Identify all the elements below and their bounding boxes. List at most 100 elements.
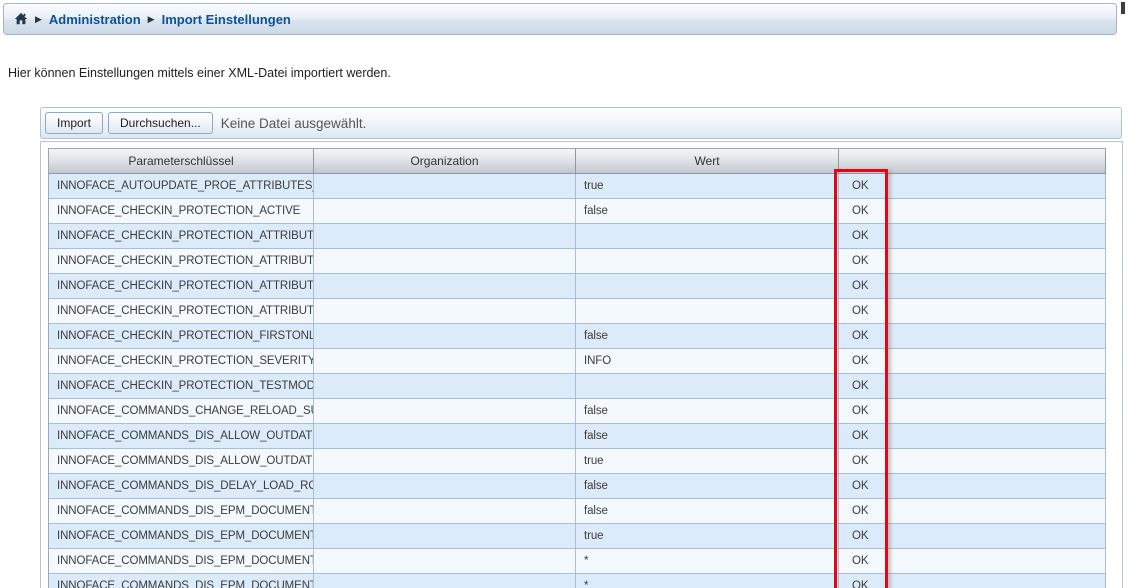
param-key-cell: INNOFACE_COMMANDS_DIS_ALLOW_OUTDATE [49, 449, 314, 474]
column-header-wert: Wert [576, 149, 839, 174]
import-toolbar: Import Durchsuchen... Keine Datei ausgew… [40, 107, 1122, 139]
wert-cell: false [576, 499, 839, 524]
wert-cell: * [576, 549, 839, 574]
param-key-cell: INNOFACE_CHECKIN_PROTECTION_ATTRIBUTES [49, 274, 314, 299]
status-cell: OK [839, 549, 1106, 574]
breadcrumb: ▶ Administration ▶ Import Einstellungen [3, 3, 1117, 35]
param-key-cell: INNOFACE_COMMANDS_DIS_EPM_DOCUMENT [49, 549, 314, 574]
column-header-parameterschluessel: Parameterschlüssel [49, 149, 314, 174]
status-cell: OK [839, 224, 1106, 249]
organization-cell [314, 324, 576, 349]
wert-cell: INFO [576, 349, 839, 374]
organization-cell [314, 299, 576, 324]
table-row: INNOFACE_CHECKIN_PROTECTION_SEVERITY INFO… [49, 349, 1106, 374]
status-cell: OK [839, 499, 1106, 524]
status-cell: OK [839, 449, 1106, 474]
status-cell: OK [839, 174, 1106, 199]
organization-cell [314, 424, 576, 449]
organization-cell [314, 274, 576, 299]
home-icon[interactable] [14, 12, 28, 26]
status-cell: OK [839, 349, 1106, 374]
table-row: INNOFACE_CHECKIN_PROTECTION_ATTRIBUTES OK [49, 249, 1106, 274]
table-row: INNOFACE_COMMANDS_DIS_ALLOW_OUTDATE false… [49, 424, 1106, 449]
organization-cell [314, 249, 576, 274]
wert-cell [576, 249, 839, 274]
status-cell: OK [839, 299, 1106, 324]
table-header-row: Parameterschlüssel Organization Wert [49, 149, 1106, 174]
param-key-cell: INNOFACE_CHECKIN_PROTECTION_ATTRIBUTES [49, 224, 314, 249]
param-key-cell: INNOFACE_AUTOUPDATE_PROE_ATTRIBUTES_FR [49, 174, 314, 199]
table-row: INNOFACE_COMMANDS_DIS_EPM_DOCUMENTtrueOK [49, 524, 1106, 549]
organization-cell [314, 399, 576, 424]
status-cell: OK [839, 524, 1106, 549]
screen-edge-artifact [1121, 2, 1125, 14]
table-row: INNOFACE_COMMANDS_CHANGE_RELOAD_SU falseO… [49, 399, 1106, 424]
param-key-cell: INNOFACE_COMMANDS_DIS_EPM_DOCUMENT [49, 574, 314, 588]
status-cell: OK [839, 249, 1106, 274]
param-key-cell: INNOFACE_CHECKIN_PROTECTION_SEVERITY [49, 349, 314, 374]
param-key-cell: INNOFACE_COMMANDS_CHANGE_RELOAD_SU [49, 399, 314, 424]
organization-cell [314, 449, 576, 474]
param-key-cell: INNOFACE_CHECKIN_PROTECTION_TESTMODE [49, 374, 314, 399]
wert-cell: false [576, 324, 839, 349]
organization-cell [314, 524, 576, 549]
wert-cell: true [576, 174, 839, 199]
import-button[interactable]: Import [45, 112, 103, 134]
table-row: INNOFACE_CHECKIN_PROTECTION_ATTRIBUTES OK [49, 299, 1106, 324]
wert-cell: false [576, 399, 839, 424]
organization-cell [314, 349, 576, 374]
chevron-right-icon: ▶ [148, 15, 155, 24]
breadcrumb-item-import-einstellungen[interactable]: Import Einstellungen [162, 12, 291, 27]
organization-cell [314, 374, 576, 399]
organization-cell [314, 224, 576, 249]
wert-cell [576, 274, 839, 299]
wert-cell [576, 224, 839, 249]
table-row: INNOFACE_CHECKIN_PROTECTION_ACTIVE falseO… [49, 199, 1106, 224]
param-key-cell: INNOFACE_CHECKIN_PROTECTION_ATTRIBUTES [49, 299, 314, 324]
status-cell: OK [839, 424, 1106, 449]
table-row: INNOFACE_COMMANDS_DIS_EPM_DOCUMENT falseO… [49, 499, 1106, 524]
table-row: INNOFACE_AUTOUPDATE_PROE_ATTRIBUTES_FR tr… [49, 174, 1106, 199]
param-key-cell: INNOFACE_CHECKIN_PROTECTION_ATTRIBUTES [49, 249, 314, 274]
breadcrumb-item-administration[interactable]: Administration [49, 12, 141, 27]
wert-cell: false [576, 199, 839, 224]
organization-cell [314, 499, 576, 524]
organization-cell [314, 549, 576, 574]
organization-cell [314, 174, 576, 199]
settings-table-panel: Parameterschlüssel Organization Wert INN… [40, 141, 1123, 588]
wert-cell: true [576, 449, 839, 474]
param-key-cell: INNOFACE_COMMANDS_DIS_ALLOW_OUTDATE [49, 424, 314, 449]
organization-cell [314, 574, 576, 588]
status-cell: OK [839, 199, 1106, 224]
table-row: INNOFACE_CHECKIN_PROTECTION_TESTMODE OK [49, 374, 1106, 399]
param-key-cell: INNOFACE_COMMANDS_DIS_DELAY_LOAD_ROO [49, 474, 314, 499]
table-row: INNOFACE_COMMANDS_DIS_DELAY_LOAD_ROO fals… [49, 474, 1106, 499]
status-cell: OK [839, 274, 1106, 299]
wert-cell [576, 374, 839, 399]
column-header-organization: Organization [314, 149, 576, 174]
status-cell: OK [839, 399, 1106, 424]
wert-cell: * [576, 574, 839, 588]
wert-cell [576, 299, 839, 324]
param-key-cell: INNOFACE_CHECKIN_PROTECTION_FIRSTONLY [49, 324, 314, 349]
table-row: INNOFACE_CHECKIN_PROTECTION_FIRSTONLY fal… [49, 324, 1106, 349]
column-header-status [839, 149, 1106, 174]
wert-cell: true [576, 524, 839, 549]
table-row: INNOFACE_COMMANDS_DIS_EPM_DOCUMENT *OK [49, 549, 1106, 574]
table-row: INNOFACE_CHECKIN_PROTECTION_ATTRIBUTES OK [49, 274, 1106, 299]
chevron-right-icon: ▶ [35, 15, 42, 24]
wert-cell: false [576, 424, 839, 449]
status-cell: OK [839, 374, 1106, 399]
table-row: INNOFACE_COMMANDS_DIS_EPM_DOCUMENT*OK [49, 574, 1106, 588]
param-key-cell: INNOFACE_CHECKIN_PROTECTION_ACTIVE [49, 199, 314, 224]
page-description: Hier können Einstellungen mittels einer … [8, 66, 391, 80]
browse-file-button[interactable]: Durchsuchen... [108, 112, 213, 134]
settings-table: Parameterschlüssel Organization Wert INN… [48, 148, 1106, 588]
status-cell: OK [839, 324, 1106, 349]
wert-cell: false [576, 474, 839, 499]
table-body: INNOFACE_AUTOUPDATE_PROE_ATTRIBUTES_FRtr… [49, 174, 1106, 588]
table-row: INNOFACE_COMMANDS_DIS_ALLOW_OUTDATE trueO… [49, 449, 1106, 474]
table-row: INNOFACE_CHECKIN_PROTECTION_ATTRIBUTES OK [49, 224, 1106, 249]
organization-cell [314, 199, 576, 224]
param-key-cell: INNOFACE_COMMANDS_DIS_EPM_DOCUMENT [49, 499, 314, 524]
